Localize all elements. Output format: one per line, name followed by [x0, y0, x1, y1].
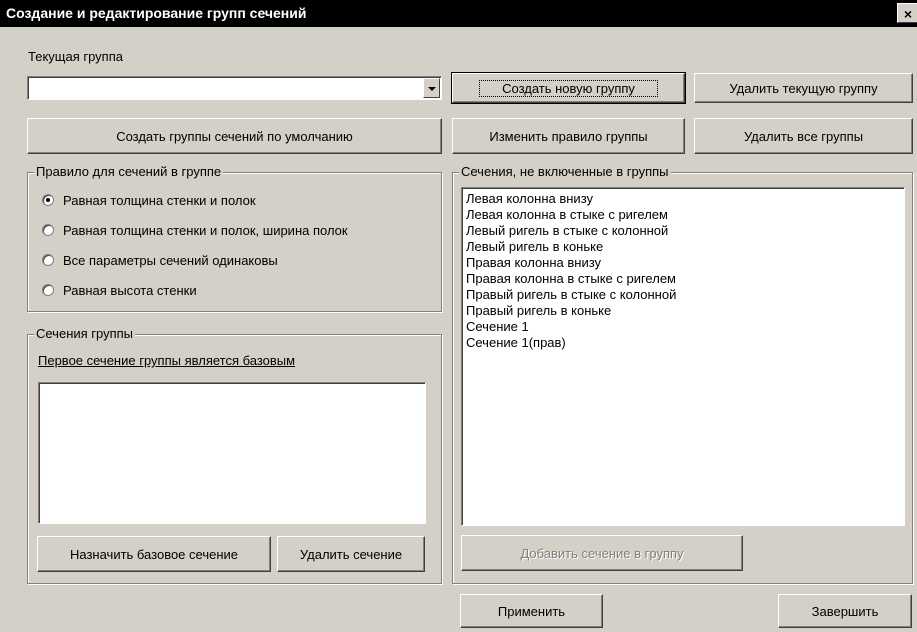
window-title: Создание и редактирование групп сечений: [6, 5, 307, 21]
add-section-to-group-button[interactable]: Добавить сечение в группу: [461, 535, 743, 571]
list-item[interactable]: Правая колонна внизу: [462, 255, 904, 271]
list-item[interactable]: Сечение 1(прав): [462, 335, 904, 351]
close-icon[interactable]: ×: [897, 3, 917, 23]
chevron-down-icon[interactable]: [423, 78, 440, 98]
radio-icon[interactable]: [42, 284, 54, 296]
assign-base-section-button[interactable]: Назначить базовое сечение: [37, 536, 271, 572]
group-sections-groupbox: Сечения группы Первое сечение группы явл…: [27, 326, 442, 584]
list-item[interactable]: Правый ригель в коньке: [462, 303, 904, 319]
apply-button[interactable]: Применить: [460, 594, 603, 628]
rule-option-label: Равная высота стенки: [63, 282, 197, 298]
change-group-rule-button[interactable]: Изменить правило группы: [452, 118, 685, 154]
create-new-group-label: Создать новую группу: [479, 79, 658, 97]
base-section-hint: Первое сечение группы является базовым: [38, 353, 296, 368]
rule-option-equal-thickness-width[interactable]: Равная толщина стенки и полок, ширина по…: [42, 221, 348, 239]
rule-groupbox-title: Правило для сечений в группе: [34, 164, 224, 179]
list-item[interactable]: Левая колонна в стыке с ригелем: [462, 207, 904, 223]
list-item[interactable]: Правая колонна в стыке с ригелем: [462, 271, 904, 287]
rule-option-label: Все параметры сечений одинаковы: [63, 252, 278, 268]
rule-option-label: Равная толщина стенки и полок: [63, 192, 256, 208]
group-sections-title: Сечения группы: [34, 326, 136, 341]
rule-option-all-equal[interactable]: Все параметры сечений одинаковы: [42, 251, 278, 269]
finish-button[interactable]: Завершить: [778, 594, 912, 628]
radio-icon[interactable]: [42, 194, 54, 206]
group-sections-list[interactable]: [38, 382, 426, 524]
delete-all-groups-button[interactable]: Удалить все группы: [694, 118, 913, 154]
list-item[interactable]: Сечение 1: [462, 319, 904, 335]
rule-option-label: Равная толщина стенки и полок, ширина по…: [63, 222, 348, 238]
ungrouped-sections-groupbox: Сечения, не включенные в группы Левая ко…: [452, 164, 913, 584]
current-group-combobox[interactable]: [27, 76, 442, 100]
current-group-label: Текущая группа: [28, 49, 123, 64]
rule-option-equal-web-height[interactable]: Равная высота стенки: [42, 281, 197, 299]
list-item[interactable]: Левая колонна внизу: [462, 191, 904, 207]
radio-icon[interactable]: [42, 224, 54, 236]
list-item[interactable]: Левый ригель в коньке: [462, 239, 904, 255]
ungrouped-sections-list[interactable]: Левая колонна внизу Левая колонна в стык…: [461, 187, 905, 526]
delete-section-button[interactable]: Удалить сечение: [277, 536, 425, 572]
sections-group-dialog: Создание и редактирование групп сечений …: [0, 0, 917, 632]
rule-groupbox: Правило для сечений в группе Равная толщ…: [27, 164, 442, 312]
list-item[interactable]: Левый ригель в стыке с колонной: [462, 223, 904, 239]
radio-icon[interactable]: [42, 254, 54, 266]
list-item[interactable]: Правый ригель в стыке с колонной: [462, 287, 904, 303]
create-default-groups-button[interactable]: Создать группы сечений по умолчанию: [27, 118, 442, 154]
create-new-group-button[interactable]: Создать новую группу: [451, 72, 686, 104]
ungrouped-sections-title: Сечения, не включенные в группы: [459, 164, 671, 179]
rule-option-equal-thickness[interactable]: Равная толщина стенки и полок: [42, 191, 256, 209]
delete-current-group-button[interactable]: Удалить текущую группу: [694, 73, 913, 103]
title-bar[interactable]: Создание и редактирование групп сечений …: [0, 0, 917, 27]
